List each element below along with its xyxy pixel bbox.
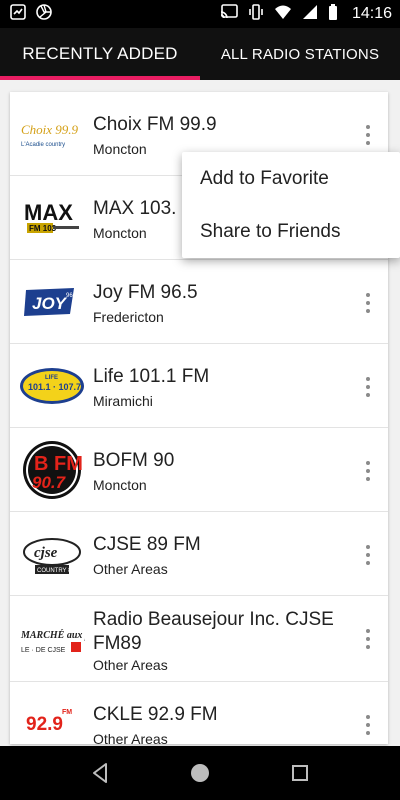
battery-icon xyxy=(328,3,338,25)
logo-text: MARCHÉ aux puces xyxy=(20,629,85,641)
logo-subtext: 96.5 xyxy=(66,293,78,299)
logo-subtext: FM 103 xyxy=(29,224,57,233)
navigation-bar xyxy=(0,746,400,800)
more-options-icon[interactable] xyxy=(364,377,372,397)
logo-subtext: L'Acadie country xyxy=(21,142,65,148)
station-name: Life 101.1 FM xyxy=(93,366,210,387)
station-name: CKLE 92.9 FM xyxy=(93,704,218,725)
logo-text: MAX xyxy=(24,200,73,225)
signal-icon xyxy=(302,4,318,25)
more-options-icon[interactable] xyxy=(364,461,372,481)
home-icon[interactable] xyxy=(190,763,210,788)
selected-tab-indicator xyxy=(0,76,200,80)
station-logo: cjse COUNTRY 89 xyxy=(18,524,86,584)
station-name: Joy FM 96.5 xyxy=(93,282,198,303)
station-logo: MARCHÉ aux puces LE · DE CJSE xyxy=(18,608,86,668)
logo-subtext: COUNTRY 89 xyxy=(37,568,75,574)
more-options-icon[interactable] xyxy=(364,125,372,145)
station-location: Moncton xyxy=(93,225,147,241)
tab-bar: RECENTLY ADDED ALL RADIO STATIONS xyxy=(0,28,400,80)
station-row[interactable]: B FM 90.7 BOFM 90 Moncton xyxy=(10,428,388,512)
station-logo: MAX FM 103 xyxy=(18,188,86,248)
station-location: Moncton xyxy=(93,141,147,157)
logo-subtext: LE · DE CJSE xyxy=(21,647,66,654)
more-options-icon[interactable] xyxy=(364,715,372,735)
wifi-icon xyxy=(274,4,292,25)
recents-icon[interactable] xyxy=(291,764,309,787)
station-location: Fredericton xyxy=(93,309,164,325)
station-logo: LIFE 101.1 · 107.7 xyxy=(18,356,86,416)
station-name: BOFM 90 xyxy=(93,450,175,471)
station-name: MAX 103. xyxy=(93,198,177,219)
logo-subtext: B FM xyxy=(34,453,82,475)
station-logo: Choix 99.9 L'Acadie country xyxy=(18,104,86,164)
tab-all-radio-stations[interactable]: ALL RADIO STATIONS xyxy=(200,28,400,80)
station-location: Other Areas xyxy=(93,657,168,673)
station-row[interactable]: 92.9 FM CKLE 92.9 FM Other Areas xyxy=(10,682,388,744)
station-name: Radio Beausejour Inc. CJSE FM89 xyxy=(93,609,334,654)
logo-text: cjse xyxy=(34,545,58,561)
logo-text: JOY xyxy=(32,294,68,313)
logo-subtext: FM xyxy=(62,709,72,716)
logo-subtext: LIFE xyxy=(45,375,58,381)
tab-recently-added[interactable]: RECENTLY ADDED xyxy=(0,28,200,80)
station-location: Other Areas xyxy=(93,731,168,744)
station-row[interactable]: JOY 96.5 Joy FM 96.5 Fredericton xyxy=(10,260,388,344)
cast-icon xyxy=(220,3,238,25)
add-to-favorite-menu-item[interactable]: Add to Favorite xyxy=(182,152,400,205)
station-logo: B FM 90.7 xyxy=(18,440,86,500)
station-row[interactable]: MARCHÉ aux puces LE · DE CJSE Radio Beau… xyxy=(10,596,388,682)
more-options-icon[interactable] xyxy=(364,293,372,313)
status-bar: 14:16 xyxy=(0,0,400,28)
station-name: CJSE 89 FM xyxy=(93,534,201,555)
station-row[interactable]: cjse COUNTRY 89 CJSE 89 FM Other Areas xyxy=(10,512,388,596)
station-location: Miramichi xyxy=(93,393,153,409)
station-location: Other Areas xyxy=(93,561,168,577)
logo-text: 90.7 xyxy=(32,473,67,492)
status-time: 14:16 xyxy=(351,5,392,22)
notification-icon xyxy=(10,3,26,25)
station-logo: 92.9 FM xyxy=(18,694,86,744)
station-row[interactable]: LIFE 101.1 · 107.7 Life 101.1 FM Miramic… xyxy=(10,344,388,428)
station-name: Choix FM 99.9 xyxy=(93,114,217,135)
logo-text: 92.9 xyxy=(26,714,63,735)
logo-text: 101.1 · 107.7 xyxy=(28,382,81,392)
more-options-icon[interactable] xyxy=(364,545,372,565)
share-to-friends-menu-item[interactable]: Share to Friends xyxy=(182,205,400,258)
vibrate-icon xyxy=(248,3,264,25)
logo-text: Choix 99.9 xyxy=(21,122,79,137)
station-location: Moncton xyxy=(93,477,147,493)
more-options-icon[interactable] xyxy=(364,629,372,649)
aperture-icon xyxy=(36,3,52,25)
back-icon[interactable] xyxy=(90,761,110,790)
station-logo: JOY 96.5 xyxy=(18,272,86,332)
station-options-menu: Add to Favorite Share to Friends xyxy=(182,152,400,258)
